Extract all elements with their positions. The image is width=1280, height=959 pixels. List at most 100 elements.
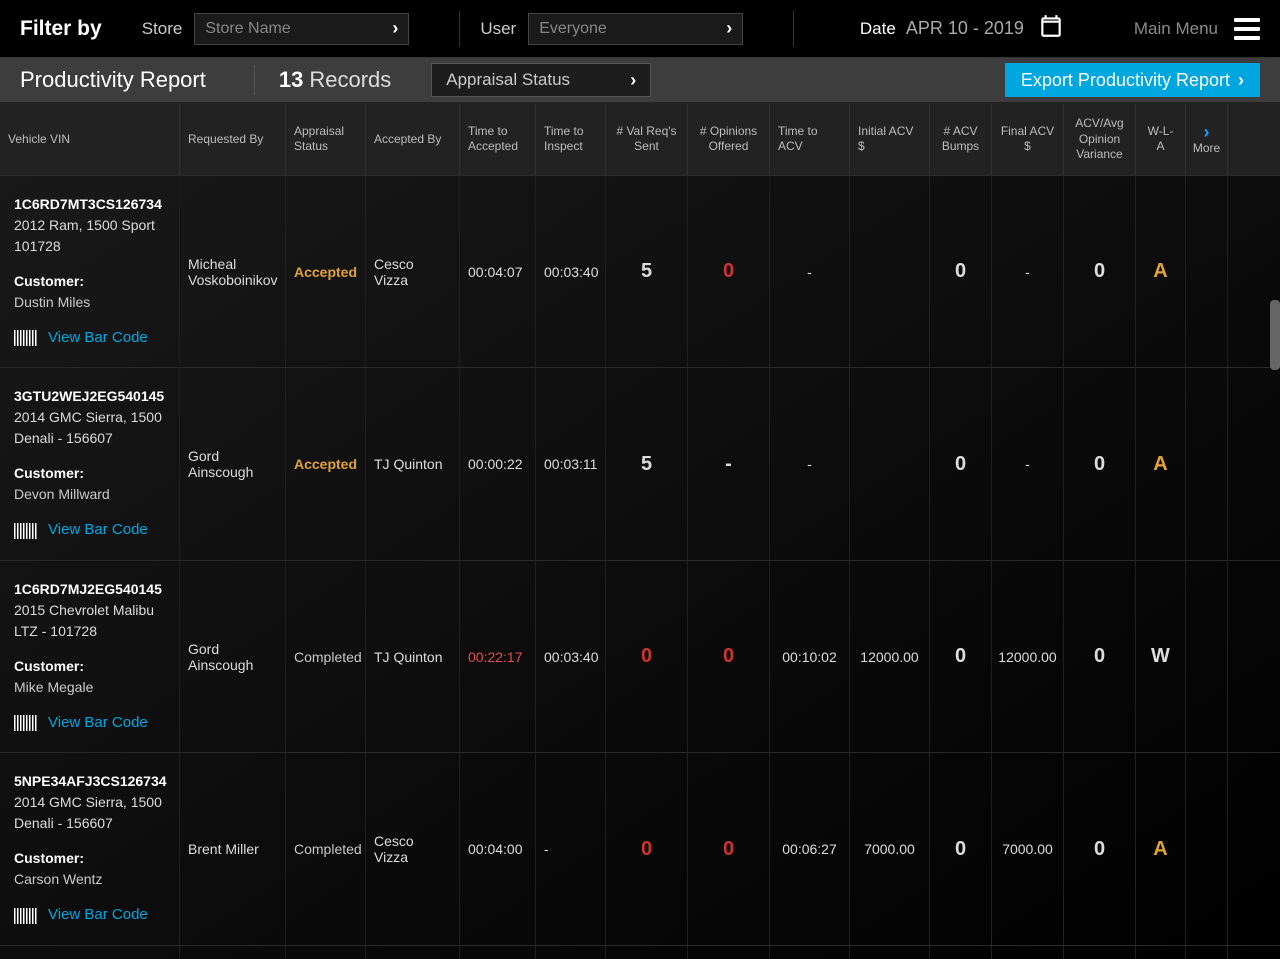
vin-cell: 5NPE34AFJ3CS126734 2014 GMC Sierra, 1500… [0, 753, 180, 945]
time-accepted-cell: 00:04:00 [460, 753, 536, 945]
status-cell: Accepted [286, 368, 366, 560]
accepted-by-cell: TJ Quinton [366, 368, 460, 560]
row-spacer [1186, 176, 1228, 368]
customer-name: Mike Megale [14, 677, 93, 698]
customer-label: Customer: [14, 848, 84, 869]
main-menu-label[interactable]: Main Menu [1134, 19, 1218, 39]
col-time-inspect[interactable]: Time to Inspect [536, 104, 606, 175]
record-count-number: 13 [279, 67, 303, 92]
status-cell [286, 946, 366, 959]
col-accepted-by[interactable]: Accepted By [366, 104, 460, 175]
more-columns-button[interactable]: › More [1186, 104, 1228, 175]
col-vin[interactable]: Vehicle VIN [0, 104, 180, 175]
col-acv-bumps[interactable]: # ACV Bumps [930, 104, 992, 175]
scrollbar-thumb[interactable] [1270, 300, 1280, 370]
acv-bumps-cell: 0 [930, 368, 992, 560]
view-barcode-link[interactable]: View Bar Code [48, 904, 148, 927]
customer-label: Customer: [14, 463, 84, 484]
vin-cell: 1C6RD7MJ2EG540145 2015 Chevrolet Malibu [0, 946, 180, 959]
store-dropdown[interactable]: Store Name › [194, 13, 409, 45]
filter-bar: Filter by Store Store Name › User Everyo… [0, 0, 1280, 58]
acv-bumps-cell: 0 [930, 561, 992, 753]
hamburger-icon[interactable] [1234, 18, 1260, 40]
date-label: Date [860, 19, 896, 39]
table-row[interactable]: 1C6RD7MT3CS126734 2012 Ram, 1500 Sport 1… [0, 176, 1280, 369]
barcode-icon [14, 330, 38, 346]
vin-cell: 1C6RD7MJ2EG540145 2015 Chevrolet Malibu … [0, 561, 180, 753]
user-dropdown[interactable]: Everyone › [528, 13, 743, 45]
vin-number: 5NPE34AFJ3CS126734 [14, 771, 167, 792]
view-barcode-link[interactable]: View Bar Code [48, 327, 148, 350]
wla-cell: W [1136, 561, 1186, 753]
chevron-right-icon: › [1238, 70, 1244, 91]
page-title: Productivity Report [20, 67, 206, 93]
store-label: Store [142, 19, 183, 39]
val-req-cell: 0 [606, 753, 688, 945]
row-spacer [1186, 561, 1228, 753]
col-val-req[interactable]: # Val Req's Sent [606, 104, 688, 175]
col-opinions[interactable]: # Opinions Offered [688, 104, 770, 175]
opinions-cell: 0 [688, 176, 770, 368]
chevron-right-icon: › [726, 18, 732, 39]
report-table[interactable]: Vehicle VIN Requested By Appraisal Statu… [0, 104, 1280, 959]
col-appraisal-status[interactable]: Appraisal Status [286, 104, 366, 175]
final-acv-cell: 7000.00 [992, 753, 1064, 945]
wla-cell: A [1136, 176, 1186, 368]
col-time-accepted[interactable]: Time to Accepted [460, 104, 536, 175]
col-requested-by[interactable]: Requested By [180, 104, 286, 175]
time-inspect-cell: 00:03:11 [536, 368, 606, 560]
col-variance[interactable]: ACV/Avg Opinion Variance [1064, 104, 1136, 175]
val-req-cell: 5 [606, 368, 688, 560]
view-barcode-link[interactable]: View Bar Code [48, 712, 148, 735]
initial-acv-cell [850, 176, 930, 368]
initial-acv-cell: 12000.00 [850, 561, 930, 753]
table-row[interactable]: 5NPE34AFJ3CS126734 2014 GMC Sierra, 1500… [0, 753, 1280, 946]
barcode-icon [14, 523, 38, 539]
table-row[interactable]: 1C6RD7MJ2EG540145 2015 Chevrolet Malibu … [0, 561, 1280, 754]
barcode-icon [14, 908, 38, 924]
col-initial-acv[interactable]: Initial ACV $ [850, 104, 930, 175]
variance-cell: 0 [1064, 561, 1136, 753]
acv-bumps-cell: 0 [930, 753, 992, 945]
export-button[interactable]: Export Productivity Report › [1005, 63, 1260, 97]
records-label: Records [309, 67, 391, 92]
chevron-right-icon: › [1204, 123, 1210, 141]
calendar-icon[interactable] [1038, 13, 1064, 44]
divider [254, 65, 255, 95]
main-menu-area: Main Menu [1134, 18, 1260, 40]
accepted-by-cell: TJ Quinton [366, 561, 460, 753]
view-barcode-link[interactable]: View Bar Code [48, 519, 148, 542]
more-label: More [1193, 141, 1220, 157]
store-dropdown-value: Store Name [205, 20, 290, 38]
requested-by-cell: Micheal Voskoboinikov [180, 176, 286, 368]
final-acv-cell: - [992, 368, 1064, 560]
vin-number: 1C6RD7MT3CS126734 [14, 194, 162, 215]
time-inspect-cell [536, 946, 606, 959]
appraisal-status-dropdown[interactable]: Appraisal Status › [431, 63, 651, 97]
requested-by-cell: Gord Ainscough [180, 368, 286, 560]
col-wla[interactable]: W-L-A [1136, 104, 1186, 175]
time-acv-cell: - [770, 368, 850, 560]
vin-number: 1C6RD7MJ2EG540145 [14, 579, 162, 600]
col-time-acv[interactable]: Time to ACV [770, 104, 850, 175]
variance-cell: 0 [1064, 753, 1136, 945]
col-final-acv[interactable]: Final ACV $ [992, 104, 1064, 175]
opinions-cell: 0 [688, 561, 770, 753]
time-accepted-cell: 00:04:07 [460, 176, 536, 368]
barcode-icon [14, 715, 38, 731]
divider [459, 11, 460, 47]
table-row[interactable]: 3GTU2WEJ2EG540145 2014 GMC Sierra, 1500 … [0, 368, 1280, 561]
accepted-by-cell: Cesco Vizza [366, 176, 460, 368]
final-acv-cell: 12000.00 [992, 561, 1064, 753]
initial-acv-cell: 7000.00 [850, 753, 930, 945]
time-accepted-cell: 00:00:22 [460, 368, 536, 560]
status-cell: Accepted [286, 176, 366, 368]
time-accepted-cell [460, 946, 536, 959]
time-inspect-cell: 00:03:40 [536, 561, 606, 753]
vehicle-description: 2012 Ram, 1500 Sport 101728 [14, 215, 165, 257]
val-req-cell: 0 [606, 561, 688, 753]
customer-name: Dustin Miles [14, 292, 90, 313]
table-row[interactable]: 1C6RD7MJ2EG540145 2015 Chevrolet Malibu [0, 946, 1280, 959]
opinions-cell: - [688, 368, 770, 560]
final-acv-cell: - [992, 176, 1064, 368]
